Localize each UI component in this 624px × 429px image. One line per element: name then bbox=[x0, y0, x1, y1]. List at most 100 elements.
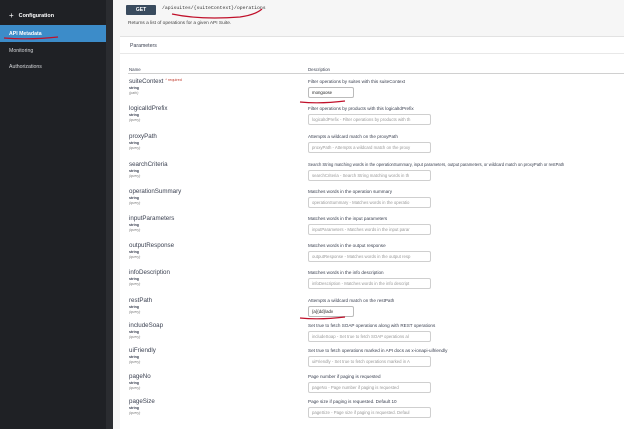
parameter-location: (query) bbox=[129, 411, 141, 415]
parameter-location: (query) bbox=[129, 228, 141, 232]
parameter-name: includeSoap bbox=[129, 322, 164, 329]
parameter-input-outputResponse[interactable]: outputResponse - Matches words in the ou… bbox=[308, 251, 431, 262]
parameter-name: outputResponse bbox=[129, 242, 175, 249]
sidebar-item-label: Authorizations bbox=[9, 63, 42, 70]
parameter-type: string bbox=[129, 113, 139, 117]
parameter-row: proxyPath string (query) Attempts a wildcar… bbox=[120, 133, 624, 160]
sidebar: + Configuration API Metadata Monitoring … bbox=[0, 0, 106, 429]
parameter-type: string bbox=[129, 305, 139, 309]
parameter-row: searchCriteria string (query) Search String… bbox=[120, 161, 624, 188]
column-header-name: Name bbox=[129, 67, 141, 72]
parameter-name: pageSize bbox=[129, 398, 155, 405]
parameter-name: logicalIdPrefix bbox=[129, 105, 168, 112]
parameter-location: (query) bbox=[129, 174, 141, 178]
parameter-type: string bbox=[129, 169, 139, 173]
parameter-input-pageNo[interactable]: pageNo - Page number if paging is reques… bbox=[308, 382, 431, 393]
parameter-type: string bbox=[129, 141, 139, 145]
parameter-name: pageNo bbox=[129, 373, 151, 380]
parameter-description: Attempts a wildcard match on the proxyPa… bbox=[308, 134, 398, 139]
parameter-description: Attempts a wildcard match on the restPat… bbox=[308, 298, 395, 303]
parameter-type: string bbox=[129, 355, 139, 359]
parameter-description: Set true to fetch operations marked in A… bbox=[308, 348, 448, 353]
parameter-row: pageSize string (query) Page size if paging… bbox=[120, 398, 624, 425]
parameter-description: Matches words in the input parameters bbox=[308, 216, 388, 221]
parameter-name: proxyPath bbox=[129, 133, 157, 140]
parameter-location: (query) bbox=[129, 282, 141, 286]
parameter-type: string bbox=[129, 223, 139, 227]
parameter-row: uiFriendly string (query) Set true to fetch… bbox=[120, 347, 624, 374]
parameter-input-logicalIdPrefix[interactable]: logicalIdPrefix - Filter operations by p… bbox=[308, 114, 431, 125]
parameter-row: logicalIdPrefix string (query) Filter opera… bbox=[120, 105, 624, 132]
sidebar-config-label: Configuration bbox=[18, 13, 55, 19]
parameter-row: infoDescription string (query) Matches word… bbox=[120, 269, 624, 296]
parameter-input-pageSize[interactable]: pageSize - Page size if paging is reques… bbox=[308, 407, 431, 418]
parameter-description: Search String matching words in the oper… bbox=[308, 162, 565, 167]
parameter-type: string bbox=[129, 381, 139, 385]
endpoint-path[interactable]: /apisuites/{suiteContext}/operations bbox=[162, 6, 266, 11]
parameter-description: Matches words in the operation summary bbox=[308, 189, 392, 194]
parameter-name: inputParameters bbox=[129, 215, 175, 222]
parameter-type: string bbox=[129, 250, 139, 254]
parameter-location: (query) bbox=[129, 146, 141, 150]
parameter-input-inputParameters[interactable]: inputParameters - Matches words in the i… bbox=[308, 224, 431, 235]
parameter-location: (query) bbox=[129, 335, 141, 339]
parameters-panel: Parameters Name Description suiteContext… bbox=[120, 36, 624, 429]
parameter-description: Set true to fetch SOAP operations along … bbox=[308, 323, 436, 328]
plus-icon: + bbox=[9, 11, 14, 20]
parameter-input-proxyPath[interactable]: proxyPath - Attempts a wildcard match on… bbox=[308, 142, 431, 153]
parameter-description: Matches words in the info description bbox=[308, 270, 384, 275]
parameter-location: (query) bbox=[129, 118, 141, 122]
parameter-row: restPath string (query) Attempts a wildcard… bbox=[120, 297, 624, 324]
sidebar-item-api-metadata[interactable]: API Metadata bbox=[0, 25, 106, 42]
http-method-badge[interactable]: GET bbox=[126, 5, 156, 15]
parameter-input-searchCriteria[interactable]: searchCriteria - Search String matching … bbox=[308, 170, 431, 181]
parameter-input-infoDescription[interactable]: infoDescription - Matches words in the i… bbox=[308, 278, 431, 289]
parameter-location: (path) bbox=[129, 91, 139, 95]
sidebar-item-monitoring[interactable]: Monitoring bbox=[0, 42, 106, 59]
parameter-type: string bbox=[129, 196, 139, 200]
parameter-row: operationSummary string (query) Matches wor… bbox=[120, 188, 624, 215]
parameter-description: Matches words in the output response bbox=[308, 243, 386, 248]
column-header-description: Description bbox=[308, 67, 330, 72]
parameter-row: pageNo string (query) Page number if paging… bbox=[120, 373, 624, 400]
header-divider bbox=[128, 73, 624, 74]
parameter-row: inputParameters string (query) Matches word… bbox=[120, 215, 624, 242]
parameter-type: string bbox=[129, 277, 139, 281]
sidebar-item-label: Monitoring bbox=[9, 47, 34, 54]
parameter-location: (query) bbox=[129, 201, 141, 205]
parameter-name: suiteContext * required bbox=[129, 78, 182, 85]
parameter-name: restPath bbox=[129, 297, 153, 304]
parameter-location: (query) bbox=[129, 386, 141, 390]
required-marker: * required bbox=[165, 78, 182, 82]
parameter-type: string bbox=[129, 86, 139, 90]
endpoint-summary: Returns a list of operations for a given… bbox=[128, 21, 232, 26]
sidebar-item-label: API Metadata bbox=[9, 30, 42, 37]
parameter-name: searchCriteria bbox=[129, 161, 168, 168]
sidebar-configuration[interactable]: + Configuration bbox=[0, 8, 106, 24]
sidebar-splitter[interactable] bbox=[106, 0, 113, 429]
parameter-row: includeSoap string (query) Set true to fetc… bbox=[120, 322, 624, 349]
parameter-description: Filter operations by suites with this su… bbox=[308, 79, 406, 84]
parameter-row: suiteContext * required string (path) Filter… bbox=[120, 78, 624, 105]
parameter-input-uiFriendly[interactable]: uiFriendly - Set true to fetch operation… bbox=[308, 356, 431, 367]
parameter-name: operationSummary bbox=[129, 188, 182, 195]
parameter-input-suiteContext[interactable]: mongoose bbox=[308, 87, 354, 98]
sidebar-item-authorizations[interactable]: Authorizations bbox=[0, 58, 106, 75]
parameter-row: outputResponse string (query) Matches words… bbox=[120, 242, 624, 269]
parameter-location: (query) bbox=[129, 310, 141, 314]
parameter-input-operationSummary[interactable]: operationSummary - Matches words in the … bbox=[308, 197, 431, 208]
parameters-title: Parameters bbox=[130, 43, 157, 49]
parameter-input-restPath[interactable]: {a}{dd}/adv bbox=[308, 306, 354, 317]
parameter-input-includeSoap[interactable]: includeSoap - Set true to fetch SOAP ope… bbox=[308, 331, 431, 342]
parameter-name: infoDescription bbox=[129, 269, 170, 276]
parameter-description: Filter operations by products with this … bbox=[308, 106, 414, 111]
parameter-location: (query) bbox=[129, 360, 141, 364]
parameter-location: (query) bbox=[129, 255, 141, 259]
parameter-type: string bbox=[129, 330, 139, 334]
parameter-description: Page size if paging is requested. Defaul… bbox=[308, 399, 397, 404]
operation-header: GET /apisuites/{suiteContext}/operations… bbox=[120, 0, 624, 36]
parameter-name: uiFriendly bbox=[129, 347, 156, 354]
parameter-description: Page number if paging is requested bbox=[308, 374, 381, 379]
parameters-header: Parameters bbox=[120, 37, 624, 54]
parameter-type: string bbox=[129, 406, 139, 410]
